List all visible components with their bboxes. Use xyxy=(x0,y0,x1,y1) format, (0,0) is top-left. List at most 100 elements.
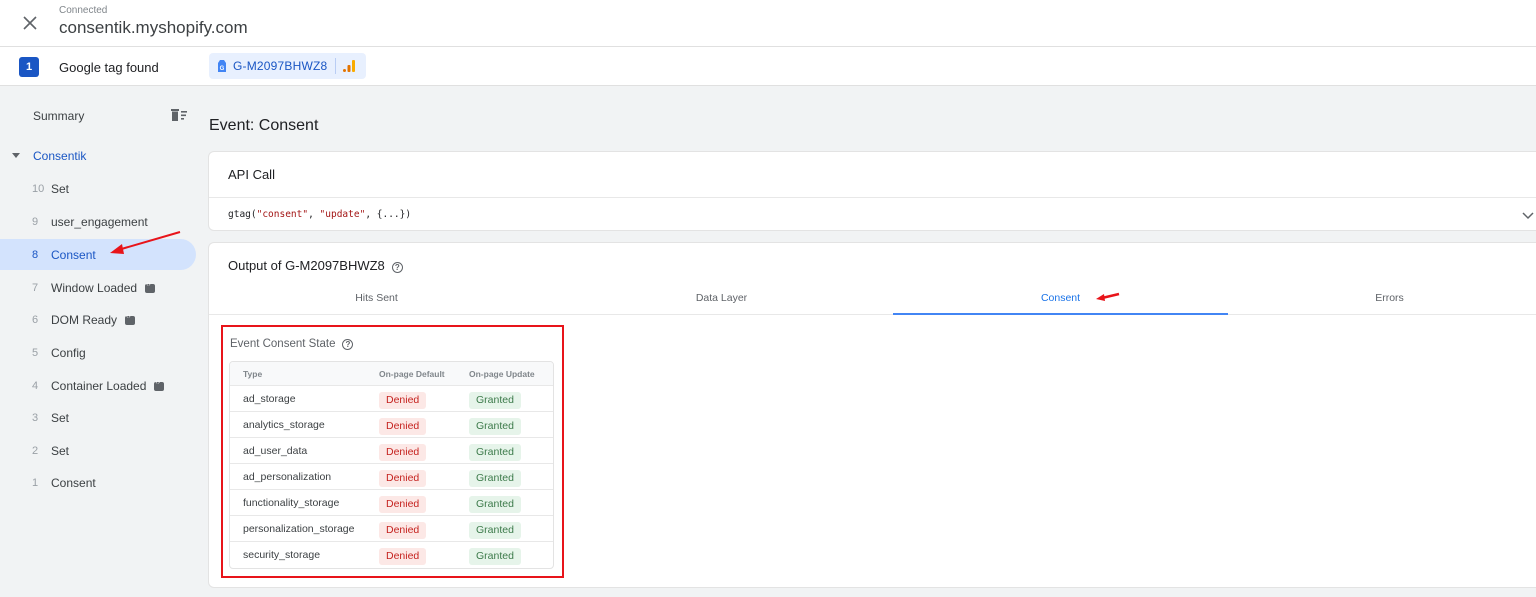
consent-type: ad_user_data xyxy=(243,445,308,457)
event-name-text: Consent xyxy=(51,248,96,262)
consent-type: ad_storage xyxy=(243,393,296,405)
default-cell: Denied xyxy=(379,416,427,435)
consent-state-highlight: Event Consent State? Type On-page Defaul… xyxy=(221,325,564,578)
event-number: 4 xyxy=(32,380,39,392)
close-button[interactable] xyxy=(18,11,42,35)
connected-domain: consentik.myshopify.com xyxy=(59,18,248,37)
event-name: Set xyxy=(51,411,69,425)
default-cell: Denied xyxy=(379,442,427,461)
event-number: 10 xyxy=(32,183,45,195)
tab-consent[interactable]: Consent xyxy=(893,283,1228,315)
close-icon xyxy=(23,16,37,30)
update-cell: Granted xyxy=(469,546,521,565)
tab-data-layer[interactable]: Data Layer xyxy=(554,283,889,315)
tag-found-label: Google tag found xyxy=(59,60,159,75)
event-number: 2 xyxy=(32,445,39,457)
output-title-text: Output of G-M2097BHWZ8 xyxy=(228,258,385,273)
sidebar-event-item[interactable]: 3 Set xyxy=(0,402,196,433)
tab-hits-sent[interactable]: Hits Sent xyxy=(209,283,544,315)
update-cell: Granted xyxy=(469,442,521,461)
consent-state-title-text: Event Consent State xyxy=(230,338,336,350)
event-name-text: Container Loaded xyxy=(51,379,147,393)
event-number: 7 xyxy=(32,282,39,294)
event-number: 6 xyxy=(32,314,39,326)
api-call-code[interactable]: gtag("consent", "update", {...}) xyxy=(228,209,411,220)
status-badge-denied: Denied xyxy=(379,548,427,565)
sidebar-event-item[interactable]: 1 Consent xyxy=(0,467,196,498)
sidebar-group-consentik[interactable]: Consentik xyxy=(0,146,190,166)
status-badge-granted: Granted xyxy=(469,418,521,435)
status-badge-granted: Granted xyxy=(469,444,521,461)
consent-type: functionality_storage xyxy=(243,497,340,509)
event-name-text: Set xyxy=(51,182,70,196)
tag-bar: 1 Google tag found G G-M2097BHWZ8 xyxy=(0,47,1536,86)
caret-down-icon xyxy=(12,153,20,158)
default-cell: Denied xyxy=(379,546,427,565)
consent-type: security_storage xyxy=(243,549,321,561)
sidebar-event-item[interactable]: 2 Set xyxy=(0,435,196,466)
event-name: Set xyxy=(51,444,69,458)
api-call-title: API Call xyxy=(228,167,275,182)
output-title: Output of G-M2097BHWZ8? xyxy=(228,258,403,273)
event-name: Container Loaded xyxy=(51,379,165,393)
sidebar-event-item[interactable]: 7 Window Loaded xyxy=(0,272,196,303)
sidebar-event-item[interactable]: 4 Container Loaded xyxy=(0,370,196,401)
clear-messages-button[interactable] xyxy=(170,108,188,127)
column-header-update: On-page Update xyxy=(469,369,535,379)
tag-count-badge: 1 xyxy=(19,57,39,77)
tag-id: G-M2097BHWZ8 xyxy=(233,59,328,73)
status-badge-denied: Denied xyxy=(379,418,427,435)
status-badge-denied: Denied xyxy=(379,496,427,513)
status-badge-denied: Denied xyxy=(379,392,427,409)
column-header-default: On-page Default xyxy=(379,369,445,379)
consent-state-title: Event Consent State? xyxy=(230,338,354,350)
tag-chip[interactable]: G G-M2097BHWZ8 xyxy=(209,53,366,79)
default-cell: Denied xyxy=(379,494,427,513)
status-badge-granted: Granted xyxy=(469,496,521,513)
event-number: 8 xyxy=(32,249,39,261)
status-badge-denied: Denied xyxy=(379,470,427,487)
consent-state-table: Type On-page Default On-page Update ad_s… xyxy=(229,361,554,569)
help-icon[interactable]: ? xyxy=(342,339,354,350)
table-row: analytics_storage Denied Granted xyxy=(230,412,553,438)
code-arg-command: "consent" xyxy=(256,209,309,220)
default-cell: Denied xyxy=(379,390,427,409)
sidebar-event-item[interactable]: 6 DOM Ready xyxy=(0,304,196,335)
event-name: Config xyxy=(51,346,86,360)
output-tabs: Hits Sent Data Layer Consent Errors xyxy=(209,283,1536,315)
sidebar-summary[interactable]: Summary xyxy=(33,109,84,123)
sidebar: Summary Consentik 10 Set 9 user_engagement 8… xyxy=(0,86,200,597)
sidebar-event-item[interactable]: 10 Set xyxy=(0,173,196,204)
sidebar-event-item[interactable]: 9 user_engagement xyxy=(0,206,196,237)
sidebar-event-item[interactable]: 8 Consent xyxy=(0,239,196,270)
consent-type: ad_personalization xyxy=(243,471,332,483)
event-name: Consent xyxy=(51,476,96,490)
event-number: 1 xyxy=(32,477,39,489)
event-name: DOM Ready xyxy=(51,313,136,327)
status-badge-granted: Granted xyxy=(469,548,521,565)
event-number: 5 xyxy=(32,347,39,359)
event-name-text: Consent xyxy=(51,476,96,490)
group-name: Consentik xyxy=(33,149,87,163)
sidebar-event-item[interactable]: 5 Config xyxy=(0,337,196,368)
help-icon[interactable]: ? xyxy=(391,262,403,273)
api-call-card: API Call gtag("consent", "update", {...}… xyxy=(208,151,1536,231)
event-name-text: Config xyxy=(51,346,86,360)
page-title: Event: Consent xyxy=(209,117,319,134)
table-header: Type On-page Default On-page Update xyxy=(230,362,553,386)
delete-sweep-icon xyxy=(171,109,187,121)
table-row: personalization_storage Denied Granted xyxy=(230,516,553,542)
default-cell: Denied xyxy=(379,468,427,487)
column-header-type: Type xyxy=(243,369,263,379)
code-arg-action: "update" xyxy=(319,209,366,220)
code-sep: , xyxy=(308,209,320,220)
table-row: security_storage Denied Granted xyxy=(230,542,553,568)
table-row: ad_personalization Denied Granted xyxy=(230,464,553,490)
status-badge-denied: Denied xyxy=(379,522,427,539)
status-badge-granted: Granted xyxy=(469,470,521,487)
tab-errors[interactable]: Errors xyxy=(1222,283,1536,315)
event-number: 3 xyxy=(32,412,39,424)
code-fn: gtag( xyxy=(228,209,257,220)
event-name: user_engagement xyxy=(51,215,148,229)
expand-button[interactable] xyxy=(1522,207,1534,225)
